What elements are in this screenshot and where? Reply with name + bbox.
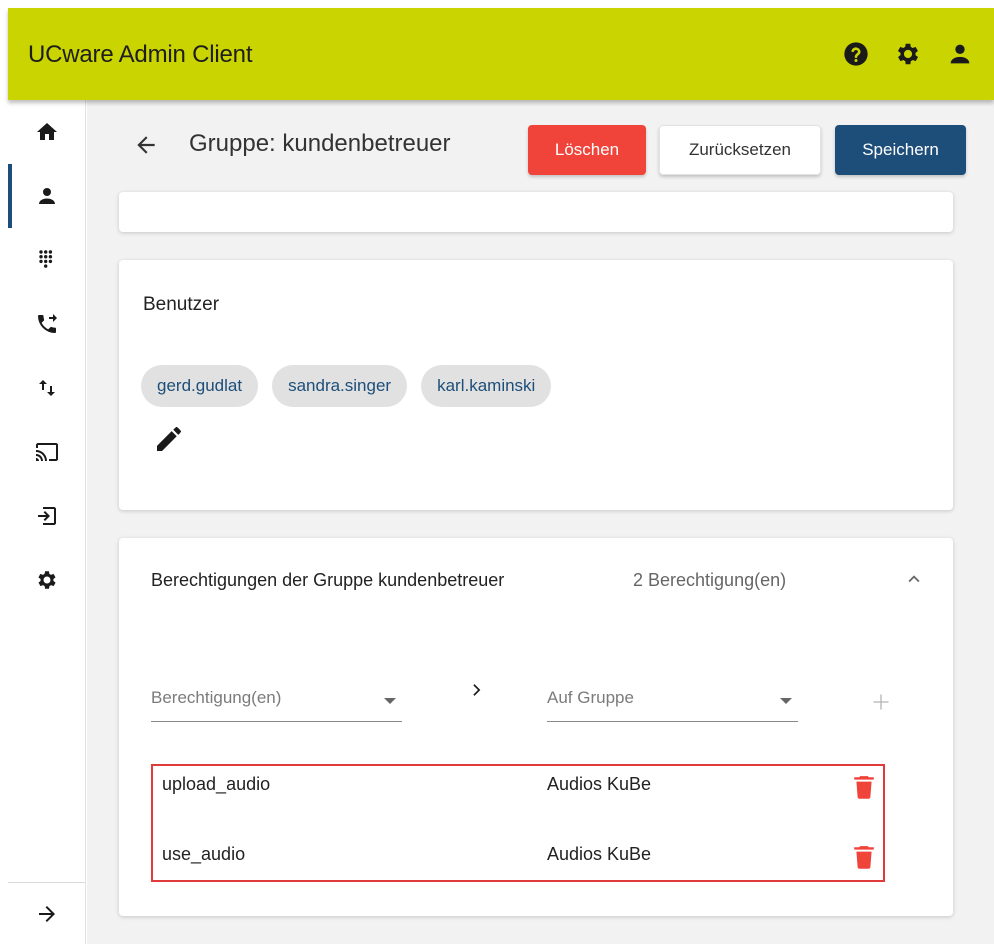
sidebar-item-transfer[interactable]	[8, 356, 86, 420]
save-button[interactable]: Speichern	[835, 125, 966, 175]
sidebar-item-login[interactable]	[8, 484, 86, 548]
sidebar-item-home[interactable]	[8, 100, 86, 164]
delete-permission-icon[interactable]	[851, 842, 877, 872]
swap-vertical-icon	[39, 380, 55, 396]
login-icon	[38, 507, 56, 525]
user-chip[interactable]: gerd.gudlat	[141, 365, 259, 407]
top-app-bar: UCware Admin Client	[8, 8, 994, 100]
sidebar-expand-button[interactable]	[8, 882, 86, 944]
edit-icon[interactable]	[153, 423, 185, 455]
caret-down-icon	[780, 698, 792, 704]
permission-select[interactable]: Berechtigung(en)	[151, 678, 402, 722]
permission-name: use_audio	[162, 844, 246, 864]
add-icon[interactable]	[871, 692, 891, 712]
sidebar-item-call-forwarding[interactable]	[8, 292, 86, 356]
permission-group: Audios KuBe	[547, 844, 652, 864]
sidebar-item-dialpad[interactable]	[8, 228, 86, 292]
account-icon[interactable]	[946, 40, 974, 68]
top-bar-actions	[842, 40, 974, 68]
home-icon	[37, 123, 57, 140]
app-title: UCware Admin Client	[28, 41, 253, 68]
group-select-placeholder: Auf Gruppe	[547, 688, 634, 707]
sidebar-nav	[8, 100, 86, 944]
reset-button[interactable]: Zurücksetzen	[659, 125, 821, 175]
permissions-card: Berechtigungen der Gruppe kundenbetreuer…	[119, 538, 953, 916]
users-card: Benutzer gerd.gudlat sandra.singer karl.…	[119, 260, 953, 510]
user-chip[interactable]: sandra.singer	[272, 365, 408, 407]
permission-group: Audios KuBe	[547, 774, 652, 794]
help-icon[interactable]	[842, 40, 870, 68]
arrow-right-icon	[39, 905, 55, 922]
permissions-section-title: Berechtigungen der Gruppe kundenbetreuer	[151, 570, 505, 590]
main-content: Gruppe: kundenbetreuer Löschen Zurückset…	[87, 100, 994, 944]
users-section-title: Benutzer	[143, 294, 220, 315]
sidebar-item-settings[interactable]	[8, 548, 86, 612]
chevron-right-icon	[473, 684, 481, 696]
page-title: Gruppe: kundenbetreuer	[189, 130, 451, 157]
permissions-count: 2 Berechtigung(en)	[633, 570, 787, 590]
cast-icon	[36, 443, 58, 461]
chevron-up-icon[interactable]	[903, 568, 925, 590]
permission-name: upload_audio	[162, 774, 271, 794]
user-chip[interactable]: karl.kaminski	[421, 365, 552, 407]
settings-icon[interactable]	[894, 40, 922, 68]
permission-select-placeholder: Berechtigung(en)	[151, 688, 282, 707]
user-chip-list: gerd.gudlat sandra.singer karl.kaminski	[141, 365, 552, 407]
delete-permission-icon[interactable]	[851, 772, 877, 802]
group-select[interactable]: Auf Gruppe	[547, 678, 798, 722]
caret-down-icon	[384, 698, 396, 704]
delete-button[interactable]: Löschen	[528, 125, 646, 175]
permission-row: upload_audio Audios KuBe	[153, 766, 883, 824]
permission-list: upload_audio Audios KuBe use_audio Audio…	[151, 764, 885, 882]
back-arrow-icon[interactable]	[133, 132, 159, 158]
group-details-card	[119, 192, 953, 232]
gear-icon	[38, 571, 56, 589]
sidebar-item-cast[interactable]	[8, 420, 86, 484]
user-icon	[39, 188, 55, 204]
dialpad-icon	[39, 250, 53, 268]
phone-forward-icon	[38, 314, 57, 333]
sidebar-item-users[interactable]	[8, 164, 86, 228]
permission-row: use_audio Audios KuBe	[153, 836, 883, 894]
